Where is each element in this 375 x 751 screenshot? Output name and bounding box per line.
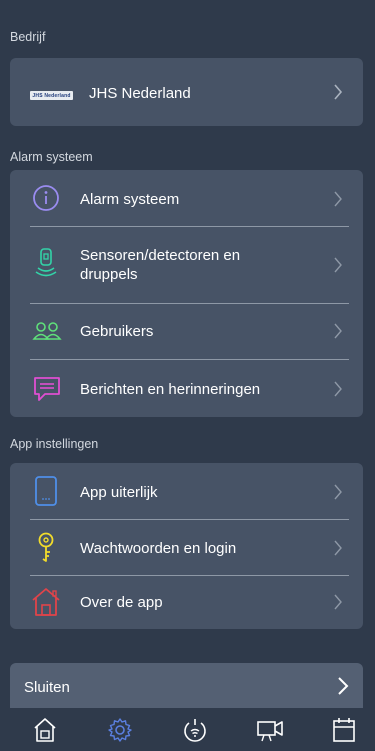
app-settings-card: App uiterlijk Wachtwoorden en login Over… <box>10 463 363 629</box>
close-label: Sluiten <box>24 679 70 696</box>
house-icon <box>32 588 60 616</box>
section-title-company: Bedrijf <box>10 30 46 44</box>
alarm-item-messages[interactable]: Berichten en herinneringen <box>10 360 363 417</box>
chevron-right-icon <box>334 381 342 397</box>
alarm-item-alarm-system[interactable]: Alarm systeem <box>10 170 363 226</box>
alarm-item-label: Gebruikers <box>80 323 154 340</box>
chevron-right-icon <box>338 677 349 695</box>
app-item-label: App uiterlijk <box>80 484 158 501</box>
company-logo: JHS Nederland <box>30 91 73 100</box>
tablet-icon <box>35 476 57 506</box>
bottom-tab-bar <box>0 708 375 751</box>
calendar-icon[interactable] <box>332 717 356 743</box>
chevron-right-icon <box>334 484 342 500</box>
settings-screen: Bedrijf JHS Nederland JHS Nederland Alar… <box>0 0 375 751</box>
chevron-right-icon <box>334 323 342 339</box>
message-icon <box>34 377 60 401</box>
section-title-app: App instellingen <box>10 437 99 451</box>
gear-icon[interactable] <box>107 717 133 743</box>
alarm-card: Alarm systeem Sensoren/detectoren en dru… <box>10 170 363 417</box>
app-item-appearance[interactable]: App uiterlijk <box>10 463 363 519</box>
app-item-passwords[interactable]: Wachtwoorden en login <box>10 520 363 575</box>
alarm-item-label: Alarm systeem <box>80 191 180 208</box>
users-icon <box>32 322 62 340</box>
company-card[interactable]: JHS Nederland JHS Nederland <box>10 58 363 126</box>
chevron-right-icon <box>334 540 342 556</box>
alarm-item-users[interactable]: Gebruikers <box>10 304 363 359</box>
home-icon[interactable] <box>33 717 57 743</box>
alarm-item-label: Sensoren/detectoren en druppels <box>80 247 241 283</box>
chevron-right-icon <box>334 191 342 207</box>
power-wifi-icon[interactable] <box>182 717 208 743</box>
app-item-label: Wachtwoorden en login <box>80 540 237 557</box>
alarm-item-sensors[interactable]: Sensoren/detectoren en druppels <box>10 227 363 303</box>
chevron-right-icon <box>334 594 342 610</box>
info-icon <box>33 185 59 211</box>
key-icon <box>38 532 54 562</box>
sensor-icon <box>35 248 57 277</box>
company-name: JHS Nederland <box>89 85 191 102</box>
app-item-label: Over de app <box>80 594 163 611</box>
app-item-about[interactable]: Over de app <box>10 576 363 629</box>
alarm-item-label: Berichten en herinneringen <box>80 381 261 398</box>
section-title-alarm: Alarm systeem <box>10 150 93 164</box>
camera-icon[interactable] <box>256 717 284 743</box>
chevron-right-icon <box>334 257 342 273</box>
close-button[interactable]: Sluiten <box>10 663 363 708</box>
chevron-right-icon <box>334 84 343 100</box>
